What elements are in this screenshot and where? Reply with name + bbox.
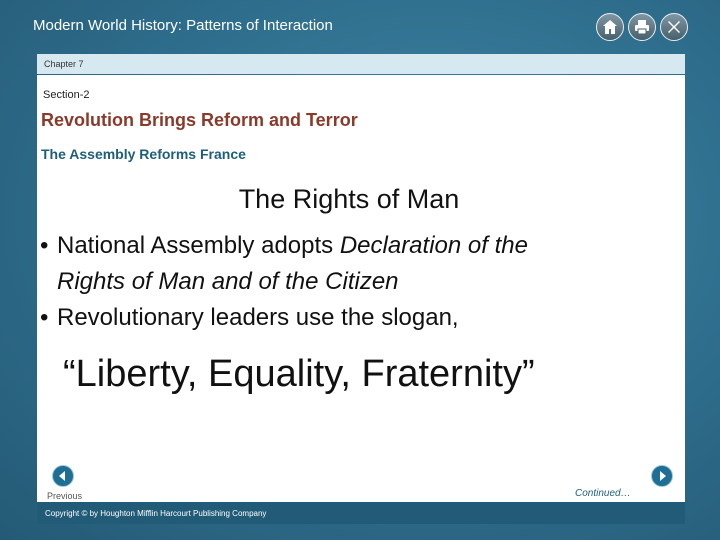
arrow-left-icon [59, 471, 65, 481]
chapter-label: Chapter 7 [37, 54, 685, 74]
previous-button[interactable] [52, 465, 74, 487]
section-label: Section-2 [43, 89, 90, 101]
copyright-footer: Copyright © by Houghton Mifflin Harcourt… [37, 502, 685, 524]
slide-content: Section-2 Revolution Brings Reform and T… [37, 75, 685, 502]
close-button[interactable] [660, 13, 688, 41]
subsection-title: The Assembly Reforms France [41, 146, 246, 162]
slide-heading: The Rights of Man [238, 184, 460, 214]
close-icon [668, 21, 680, 33]
app-title: Modern World History: Patterns of Intera… [33, 17, 333, 34]
bullet-list: National Assembly adopts Declaration of … [37, 228, 677, 336]
print-button[interactable] [628, 13, 656, 41]
bullet-text: Revolutionary leaders use the slogan, [57, 304, 459, 331]
bullet-italic-continued: Rights of Man and of the Citizen [57, 268, 399, 295]
next-button[interactable] [651, 465, 673, 487]
section-title: Revolution Brings Reform and Terror [41, 110, 358, 130]
home-icon [603, 20, 617, 34]
bullet-item: Revolutionary leaders use the slogan, [37, 300, 677, 336]
toolbar [596, 13, 688, 41]
slogan: “Liberty, Equality, Fraternity” [63, 353, 535, 395]
bullet-item: National Assembly adopts Declaration of … [37, 228, 677, 300]
bullet-italic: Declaration of the [339, 232, 528, 259]
print-icon [635, 20, 649, 35]
arrow-right-icon [660, 471, 666, 481]
home-button[interactable] [596, 13, 624, 41]
bullet-text: National Assembly adopts [57, 232, 340, 259]
continued-label: Continued… [575, 488, 631, 499]
previous-label: Previous [47, 491, 83, 501]
next-label: Next [652, 491, 671, 501]
